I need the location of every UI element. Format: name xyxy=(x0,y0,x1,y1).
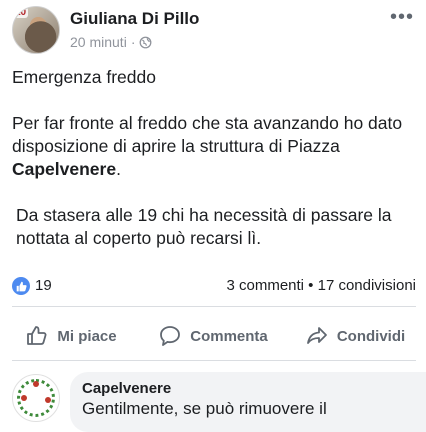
globe-icon xyxy=(140,36,152,48)
post-header: 10 Giuliana Di Pillo 20 minuti · ••• xyxy=(12,6,418,58)
post-paragraph-info: Da stasera alle 19 chi ha necessità di p… xyxy=(16,205,392,248)
thumbs-up-icon xyxy=(16,281,27,291)
meta-separator: · xyxy=(130,34,136,50)
like-label: Mi piace xyxy=(57,327,117,345)
commenter-name[interactable]: Capelvenere xyxy=(82,380,414,397)
share-arrow-icon xyxy=(306,327,327,344)
like-reaction-icon[interactable] xyxy=(12,277,30,295)
avatar-dot xyxy=(21,395,27,401)
post-paragraph-main: Per far fronte al freddo che sta avanzan… xyxy=(12,112,416,181)
divider xyxy=(12,306,416,307)
reactions-bar: 19 3 commenti • 17 condivisioni xyxy=(12,276,416,298)
author-avatar[interactable]: 10 xyxy=(12,6,60,54)
comment: Capelvenere Gentilmente, se può rimuover… xyxy=(10,366,426,432)
post-paragraph-end: . xyxy=(116,159,121,179)
post-paragraph-title: Emergenza freddo xyxy=(12,67,156,87)
post-actions: Mi piace Commenta Condividi xyxy=(0,318,426,354)
comment-button[interactable]: Commenta xyxy=(142,318,284,354)
thumbs-up-icon xyxy=(27,326,47,345)
avatar-badge: 10 xyxy=(13,7,29,18)
like-count[interactable]: 19 xyxy=(35,277,52,294)
commenter-avatar[interactable] xyxy=(12,374,60,422)
post-author-name[interactable]: Giuliana Di Pillo xyxy=(70,9,199,29)
more-dots-icon[interactable]: ••• xyxy=(390,7,414,27)
comment-text: Gentilmente, se può rimuovere il xyxy=(82,399,327,418)
comment-bubble-icon xyxy=(160,326,181,346)
post-body: Emergenza freddo Per far fronte al fredd… xyxy=(12,66,416,250)
place-mention[interactable]: Capelvenere xyxy=(12,159,116,179)
post-meta: 20 minuti · xyxy=(70,34,152,50)
comment-bubble: Capelvenere Gentilmente, se può rimuover… xyxy=(70,372,426,432)
like-button[interactable]: Mi piace xyxy=(0,318,142,354)
divider xyxy=(12,360,416,361)
post-paragraph-text: Per far fronte al freddo che sta avanzan… xyxy=(12,113,403,156)
comments-shares-count[interactable]: 3 commenti • 17 condivisioni xyxy=(226,277,416,294)
avatar-dot xyxy=(45,397,51,403)
comment-label: Commenta xyxy=(190,327,268,345)
share-button[interactable]: Condividi xyxy=(284,318,426,354)
post-time[interactable]: 20 minuti xyxy=(70,34,127,50)
avatar-dot xyxy=(33,381,39,387)
share-label: Condividi xyxy=(336,327,406,345)
